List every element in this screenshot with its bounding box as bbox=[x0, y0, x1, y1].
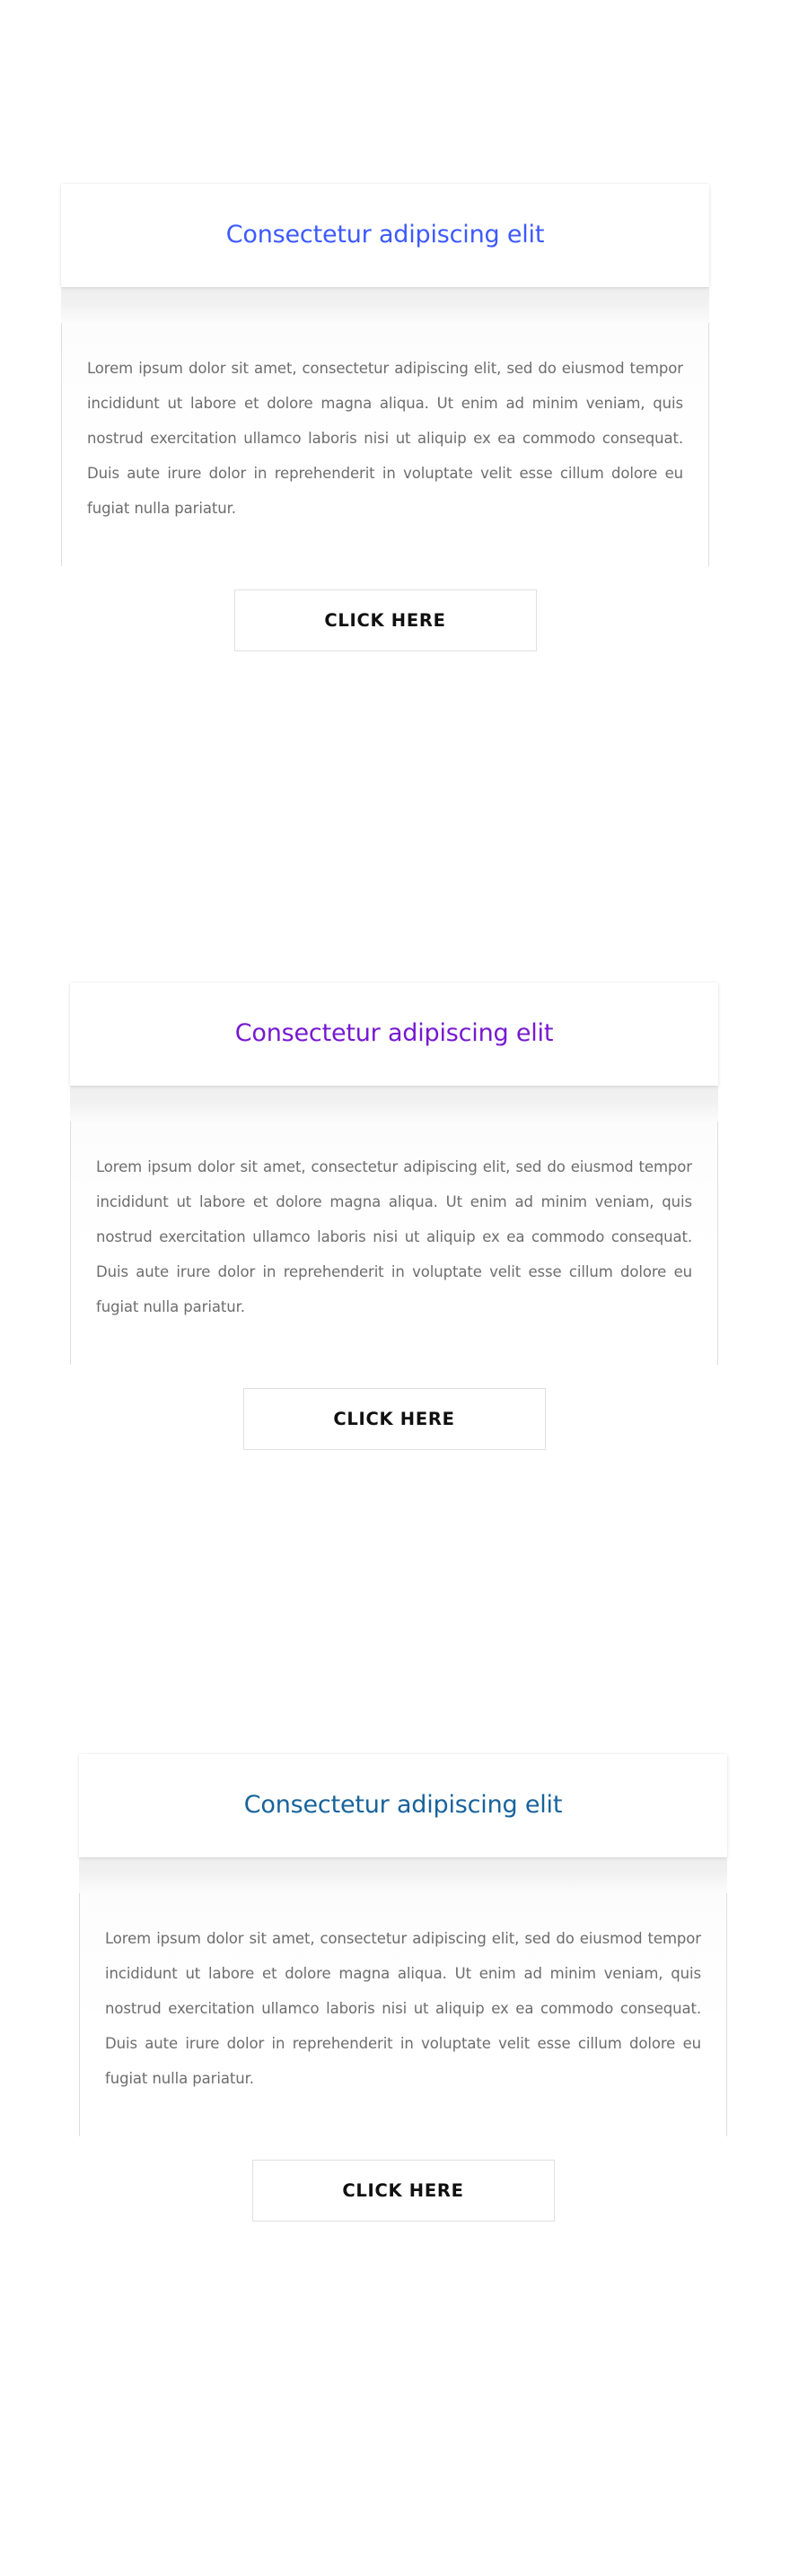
card-2-body-text: Lorem ipsum dolor sit amet, consectetur … bbox=[96, 1158, 692, 1315]
card-1-body-text: Lorem ipsum dolor sit amet, consectetur … bbox=[87, 360, 683, 517]
card-3: Consectetur adipiscing elit Lorem ipsum … bbox=[79, 1754, 727, 2222]
card-2: Consectetur adipiscing elit Lorem ipsum … bbox=[70, 982, 718, 1450]
card-1: Consectetur adipiscing elit Lorem ipsum … bbox=[61, 184, 709, 651]
card-3-body-text: Lorem ipsum dolor sit amet, consectetur … bbox=[105, 1930, 701, 2087]
card-2-body: Lorem ipsum dolor sit amet, consectetur … bbox=[70, 1122, 718, 1365]
card-2-header-divider bbox=[70, 1086, 718, 1122]
card-3-header: Consectetur adipiscing elit bbox=[79, 1754, 727, 1857]
card-1-title: Consectetur adipiscing elit bbox=[225, 221, 545, 249]
card-2-header: Consectetur adipiscing elit bbox=[70, 982, 718, 1086]
card-3-body: Lorem ipsum dolor sit amet, consectetur … bbox=[79, 1893, 727, 2136]
card-1-header-divider bbox=[61, 287, 709, 323]
card-2-title: Consectetur adipiscing elit bbox=[234, 1019, 554, 1048]
card-1-header: Consectetur adipiscing elit bbox=[61, 184, 709, 287]
card-2-action-row: CLICK HERE bbox=[70, 1364, 718, 1450]
card-3-title: Consectetur adipiscing elit bbox=[243, 1791, 563, 1820]
card-3-header-divider bbox=[79, 1857, 727, 1893]
card-2-click-here-button[interactable]: CLICK HERE bbox=[242, 1387, 546, 1450]
card-3-action-row: CLICK HERE bbox=[79, 2135, 727, 2222]
card-1-action-row: CLICK HERE bbox=[61, 565, 709, 651]
page-root: Consectetur adipiscing elit Lorem ipsum … bbox=[0, 0, 790, 2576]
card-1-body: Lorem ipsum dolor sit amet, consectetur … bbox=[61, 323, 709, 566]
card-3-click-here-button[interactable]: CLICK HERE bbox=[251, 2159, 555, 2222]
card-1-click-here-button[interactable]: CLICK HERE bbox=[233, 589, 537, 651]
